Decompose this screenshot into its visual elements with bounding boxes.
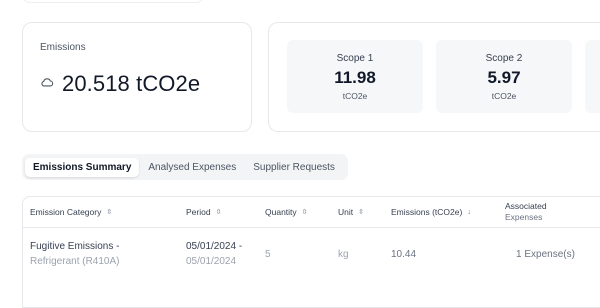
sort-icon: ⇳ (106, 209, 113, 216)
cell-emissions: 10.44 (391, 249, 417, 260)
emissions-table: Emission Category ⇳ Period ⇳ Quantity ⇳ Uni… (22, 196, 600, 308)
column-header-period[interactable]: Period ⇳ (186, 197, 221, 227)
sort-descending-icon: ↓ (467, 208, 471, 216)
emissions-value-row: 20.518 tCO2e (40, 71, 200, 97)
emissions-total: 20.518 tCO2e (62, 71, 201, 96)
column-header-label: Quantity (265, 207, 297, 217)
previous-section-edge (22, 0, 204, 3)
cloud-icon (40, 75, 54, 94)
cell-emission-subcategory: Refrigerant (R410A) (30, 256, 120, 267)
emissions-label: Emissions (40, 42, 86, 53)
cell-period-start: 05/01/2024 - (186, 241, 243, 252)
column-header-label: Emission Category (30, 207, 102, 217)
cell-associated-expenses[interactable]: 1 Expense(s) (516, 249, 575, 260)
column-header-unit[interactable]: Unit ⇳ (338, 197, 364, 227)
column-header-associated-expenses[interactable]: Associated Expenses (505, 197, 547, 227)
tab-supplier-requests[interactable]: Supplier Requests (245, 158, 343, 177)
sort-icon: ⇳ (301, 209, 308, 216)
total-emissions-card: Emissions 20.518 tCO2e (22, 22, 252, 132)
table-header-row: Emission Category ⇳ Period ⇳ Quantity ⇳ Uni… (23, 197, 600, 228)
tab-bar: Emissions Summary Analysed Expenses Supp… (22, 154, 348, 180)
cell-unit: kg (338, 249, 349, 260)
scope-1-value: 11.98 (334, 68, 376, 87)
scopes-card: Scope 1 11.98 tCO2e Scope 2 5.97 tCO2e (268, 22, 600, 132)
cell-quantity: 5 (265, 249, 271, 260)
scope-2-unit: tCO2e (491, 91, 517, 101)
scope-1-title: Scope 1 (336, 53, 374, 64)
column-header-label: Period (186, 207, 211, 217)
column-header-quantity[interactable]: Quantity ⇳ (265, 197, 308, 227)
sort-icon: ⇳ (215, 209, 222, 216)
cell-period-end: 05/01/2024 (186, 256, 237, 267)
column-header-label-line1: Associated (505, 201, 547, 211)
scope-1-tile: Scope 1 11.98 tCO2e (287, 40, 423, 113)
column-header-label: Unit (338, 207, 354, 217)
tab-analysed-expenses[interactable]: Analysed Expenses (140, 158, 244, 177)
scope-1-unit: tCO2e (342, 91, 368, 101)
tab-emissions-summary[interactable]: Emissions Summary (25, 157, 140, 177)
scope-2-tile: Scope 2 5.97 tCO2e (436, 40, 572, 113)
scope-2-title: Scope 2 (485, 53, 523, 64)
column-header-label-line2: Expenses (505, 212, 543, 222)
cell-emission-category: Fugitive Emissions - (30, 241, 120, 252)
column-header-label: Emissions (tCO2e) (391, 207, 463, 217)
sort-icon: ⇳ (358, 209, 364, 216)
scope-3-tile (585, 40, 600, 113)
scope-2-value: 5.97 (487, 68, 521, 87)
column-header-emission-category[interactable]: Emission Category ⇳ (30, 197, 112, 227)
column-header-emissions[interactable]: Emissions (tCO2e) ↓ (391, 197, 471, 227)
